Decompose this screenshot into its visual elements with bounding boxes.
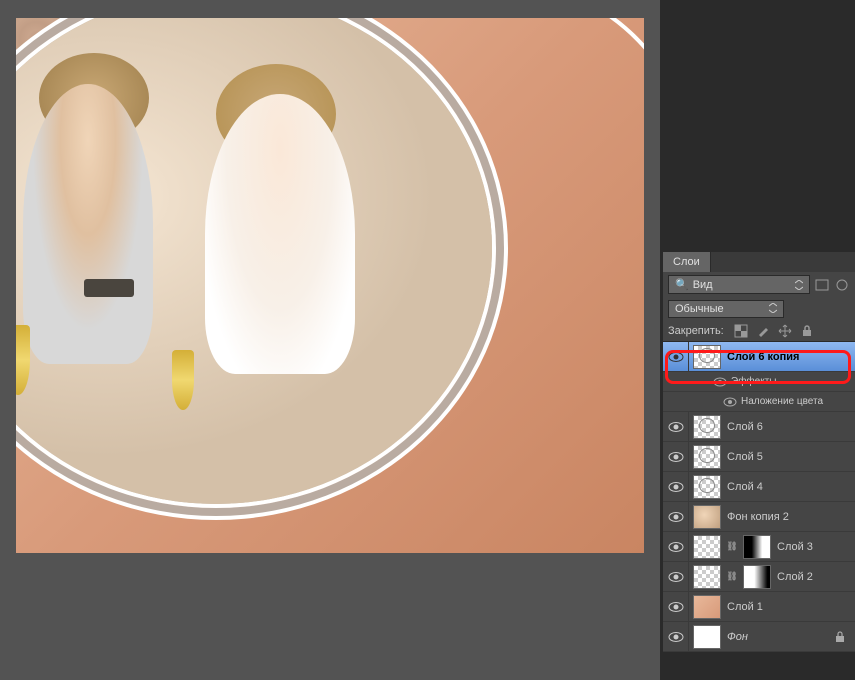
dropdown-icon <box>769 303 777 315</box>
eye-icon[interactable] <box>713 377 727 387</box>
layer-name[interactable]: Слой 2 <box>777 571 813 583</box>
lock-paint-icon[interactable] <box>756 324 770 338</box>
bowtie <box>84 279 134 297</box>
visibility-toggle[interactable] <box>663 442 689 471</box>
lock-icon <box>835 631 845 643</box>
lock-row: Закрепить: <box>663 321 855 342</box>
search-icon: 🔍 <box>675 278 689 291</box>
layer-name[interactable]: Фон <box>727 631 748 643</box>
layer-thumbnail[interactable] <box>693 445 721 469</box>
layer-name[interactable]: Слой 5 <box>727 451 763 463</box>
blend-mode-select[interactable]: Обычные <box>668 300 784 318</box>
eye-icon[interactable] <box>723 397 737 407</box>
link-icon: ⛓ <box>727 572 737 582</box>
link-icon: ⛓ <box>727 542 737 552</box>
layer-thumbnail[interactable] <box>693 345 721 369</box>
dropdown-icon <box>795 280 803 290</box>
lock-move-icon[interactable] <box>778 324 792 338</box>
blend-row: Обычные <box>663 297 855 321</box>
panel-tabs: Слои <box>663 252 855 272</box>
groom-figure <box>23 84 153 364</box>
eye-icon <box>668 351 684 363</box>
layers-list: Слой 6 копия Эффекты Наложение цвета Сло… <box>663 342 855 652</box>
lock-all-icon[interactable] <box>800 324 814 338</box>
layer-thumbnail[interactable] <box>693 505 721 529</box>
layer-content: Слой 6 копия <box>689 343 855 371</box>
eye-icon <box>668 421 684 433</box>
layer-thumbnail[interactable] <box>693 625 721 649</box>
layer-thumbnail[interactable] <box>693 475 721 499</box>
eye-icon <box>668 511 684 523</box>
filter-adjustment-icon[interactable] <box>834 278 850 292</box>
layer-row[interactable]: ⛓ Слой 3 <box>663 532 855 562</box>
visibility-toggle[interactable] <box>663 472 689 501</box>
layer-thumbnail[interactable] <box>693 595 721 619</box>
visibility-toggle[interactable] <box>663 562 689 591</box>
layer-row[interactable]: Фон <box>663 622 855 652</box>
mask-thumbnail[interactable] <box>743 565 771 589</box>
layer-name[interactable]: Слой 6 <box>727 421 763 433</box>
mask-thumbnail[interactable] <box>743 535 771 559</box>
visibility-toggle[interactable] <box>663 592 689 621</box>
filter-pixel-icon[interactable] <box>814 278 830 292</box>
blend-mode-value: Обычные <box>675 303 724 315</box>
layer-row[interactable]: Слой 1 <box>663 592 855 622</box>
filter-row: 🔍 Вид <box>663 272 855 297</box>
visibility-toggle[interactable] <box>663 412 689 441</box>
layer-row[interactable]: Слой 5 <box>663 442 855 472</box>
layer-row[interactable]: ⛓ Слой 2 <box>663 562 855 592</box>
layer-thumbnail[interactable] <box>693 415 721 439</box>
layers-panel: Слои 🔍 Вид Обычные Закрепить: <box>662 252 855 652</box>
effect-name: Наложение цвета <box>741 396 823 407</box>
eye-icon <box>668 541 684 553</box>
layer-name[interactable]: Фон копия 2 <box>727 511 789 523</box>
effect-item-row[interactable]: Наложение цвета <box>663 392 855 412</box>
eye-icon <box>668 571 684 583</box>
eye-icon <box>668 601 684 613</box>
filter-label: Вид <box>693 279 713 291</box>
eye-icon <box>668 631 684 643</box>
document-artwork <box>16 18 644 553</box>
champagne-glass <box>172 350 194 410</box>
layer-thumbnail[interactable] <box>693 565 721 589</box>
layer-row-selected[interactable]: Слой 6 копия <box>663 342 855 372</box>
canvas-area[interactable] <box>0 0 660 680</box>
layer-name[interactable]: Слой 6 копия <box>727 351 799 363</box>
layer-filter-select[interactable]: 🔍 Вид <box>668 275 810 294</box>
lock-icons <box>734 324 814 338</box>
layer-thumbnail[interactable] <box>693 535 721 559</box>
layer-name[interactable]: Слой 1 <box>727 601 763 613</box>
champagne-glass <box>16 325 30 395</box>
tab-layers[interactable]: Слои <box>663 252 711 272</box>
visibility-toggle[interactable] <box>663 532 689 561</box>
lock-transparent-icon[interactable] <box>734 324 748 338</box>
layer-row[interactable]: Фон копия 2 <box>663 502 855 532</box>
visibility-toggle[interactable] <box>663 342 689 371</box>
visibility-toggle[interactable] <box>663 502 689 531</box>
layer-row[interactable]: Слой 6 <box>663 412 855 442</box>
layer-name[interactable]: Слой 4 <box>727 481 763 493</box>
layer-name[interactable]: Слой 3 <box>777 541 813 553</box>
layer-row[interactable]: Слой 4 <box>663 472 855 502</box>
visibility-toggle[interactable] <box>663 622 689 651</box>
eye-icon <box>668 451 684 463</box>
effects-label: Эффекты <box>731 376 776 387</box>
eye-icon <box>668 481 684 493</box>
lock-label: Закрепить: <box>668 325 724 337</box>
effects-heading-row[interactable]: Эффекты <box>663 372 855 392</box>
